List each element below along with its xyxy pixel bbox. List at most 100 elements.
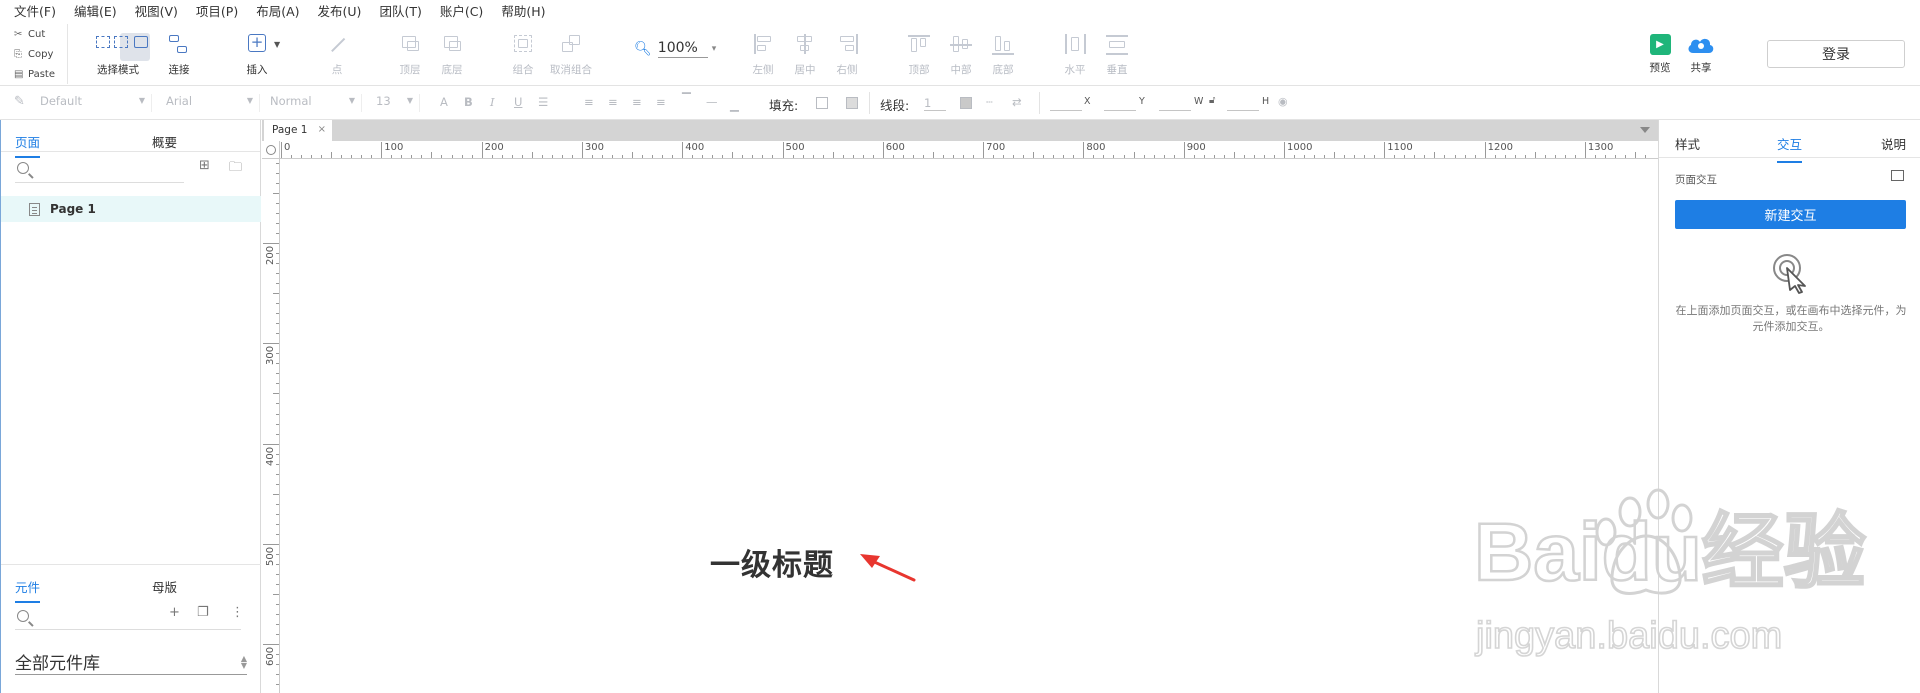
insert-button[interactable]: + ▼ 插入 (242, 32, 280, 77)
align-center-button[interactable]: 居中 (790, 32, 820, 77)
tab-outline[interactable]: 概要 (152, 132, 177, 151)
font-weight-select[interactable]: Normal ▼ (270, 94, 362, 112)
heading-widget[interactable]: 一级标题 (710, 540, 834, 584)
bring-to-front-button[interactable]: 顶层 (395, 32, 425, 77)
zoom-control[interactable]: 🔍︎ 100% ▾ (634, 40, 716, 58)
widgets-search-input[interactable] (15, 629, 241, 630)
width-field[interactable] (1159, 96, 1191, 111)
menu-help[interactable]: 帮助(H) (501, 1, 545, 20)
shadow-swatch[interactable] (846, 97, 858, 109)
y-field[interactable] (1104, 96, 1136, 111)
text-justify-icon[interactable]: ≡ (656, 95, 666, 109)
distribute-horizontal-button[interactable]: 水平 (1060, 32, 1090, 77)
font-color-icon[interactable]: A (440, 95, 448, 109)
more-icon[interactable]: ⋮ (231, 605, 244, 620)
ruler-tick (276, 253, 279, 255)
align-right-button[interactable]: 右侧 (832, 32, 862, 77)
font-select[interactable]: Arial ▼ (166, 94, 260, 112)
text-align-right-icon[interactable]: ≡ (632, 95, 642, 109)
connect-button[interactable]: 连接 (164, 32, 194, 77)
visibility-icon[interactable]: ◉ (1278, 95, 1288, 108)
ruler-tick (276, 483, 279, 485)
design-canvas[interactable] (281, 160, 1658, 693)
menu-account[interactable]: 账户(C) (440, 1, 483, 20)
ruler-tick (1574, 155, 1576, 158)
expand-icon[interactable] (1891, 170, 1904, 181)
underline-icon[interactable]: U (514, 95, 522, 109)
distribute-vertical-button[interactable]: 垂直 (1102, 32, 1132, 77)
menu-layout[interactable]: 布局(A) (256, 1, 299, 20)
tab-notes[interactable]: 说明 (1881, 134, 1906, 153)
line-style-icon[interactable]: ┄ (986, 95, 993, 109)
menu-view[interactable]: 视图(V) (135, 1, 178, 20)
lock-icon[interactable]: 🔓︎ (1209, 95, 1215, 106)
arrow-style-icon[interactable]: ⇄ (1012, 95, 1022, 109)
tab-widgets[interactable]: 元件 (15, 577, 41, 603)
text-align-center-icon[interactable]: ≡ (608, 95, 618, 109)
fill-color-swatch[interactable] (816, 97, 828, 109)
ruler-tick (912, 155, 914, 158)
align-bottom-button[interactable]: 底部 (988, 32, 1018, 77)
send-to-back-button[interactable]: 底层 (437, 32, 467, 77)
align-middle-button[interactable]: 中部 (946, 32, 976, 77)
tab-masters[interactable]: 母版 (152, 577, 177, 596)
align-left-button[interactable]: 左侧 (748, 32, 778, 77)
x-field[interactable] (1050, 96, 1082, 111)
library-options-icon[interactable]: ❐ (197, 605, 209, 620)
horizontal-ruler[interactable]: 0 100 200 300 400 500 600 700 800 900 1000 1100 1200… (280, 141, 1658, 159)
line-width-field[interactable]: 1 (924, 96, 946, 111)
library-select[interactable]: 全部元件库 ▲ ▼ (15, 649, 247, 675)
text-align-left-icon[interactable]: ≡ (584, 95, 594, 109)
group-button[interactable]: 组合 (508, 32, 538, 77)
line-color-swatch[interactable] (960, 97, 972, 109)
search-icon[interactable] (17, 162, 29, 174)
login-button[interactable]: 登录 (1767, 40, 1905, 68)
distribute-vertical-label: 垂直 (1106, 64, 1128, 76)
valign-bottom-icon[interactable]: ▁ (730, 98, 739, 112)
ruler-origin-icon[interactable] (262, 141, 280, 159)
tab-interaction[interactable]: 交互 (1777, 134, 1803, 163)
tab-style[interactable]: 样式 (1675, 134, 1700, 153)
height-field[interactable] (1227, 96, 1259, 111)
new-interaction-button[interactable]: 新建交互 (1675, 200, 1906, 229)
align-top-button[interactable]: 顶部 (904, 32, 934, 77)
ungroup-button[interactable]: 取消组合 (549, 32, 593, 77)
add-folder-icon[interactable]: 🗀︎ (229, 158, 242, 180)
search-icon[interactable] (17, 610, 29, 622)
menu-publish[interactable]: 发布(U) (318, 1, 362, 20)
paste-button[interactable]: ▤ Paste (6, 64, 67, 84)
point-button[interactable]: 点 (322, 32, 352, 77)
ruler-tick (1494, 155, 1496, 158)
bold-icon[interactable]: B (464, 95, 473, 109)
menu-project[interactable]: 项目(P) (196, 1, 238, 20)
cut-button[interactable]: ✂ Cut (6, 24, 67, 44)
valign-middle-icon[interactable]: — (706, 95, 718, 109)
vertical-ruler[interactable]: 200 300 400 500 600 (262, 159, 280, 693)
ruler-tick (1614, 155, 1616, 158)
valign-top-icon[interactable]: ▔ (682, 92, 691, 106)
bullet-list-icon[interactable]: ☰ (538, 95, 548, 109)
add-page-icon[interactable]: ⊞ (199, 158, 210, 173)
select-mode-button[interactable]: 选择模式 (96, 32, 148, 77)
italic-icon[interactable]: I (490, 95, 495, 109)
menu-edit[interactable]: 编辑(E) (74, 1, 117, 20)
preview-button[interactable]: ▶ 预览 (1648, 34, 1672, 75)
ruler-tick (852, 155, 854, 158)
style-select[interactable]: Default ▼ (40, 94, 152, 112)
ruler-tick (531, 152, 533, 158)
document-tab-page1[interactable]: Page 1 × (264, 120, 332, 141)
menu-file[interactable]: 文件(F) (14, 1, 56, 20)
copy-button[interactable]: ⎘ Copy (6, 44, 67, 64)
font-size-select[interactable]: 13 ▼ (376, 94, 420, 112)
close-icon[interactable]: × (318, 124, 326, 135)
ruler-tick (1153, 155, 1155, 158)
add-library-icon[interactable]: + (169, 605, 180, 620)
menu-team[interactable]: 团队(T) (379, 1, 421, 20)
share-button[interactable]: 共享 (1686, 34, 1716, 75)
page-list-item[interactable]: Page 1 (1, 196, 261, 222)
distribute-horizontal-label: 水平 (1064, 64, 1086, 76)
style-edit-icon[interactable]: ✎ (14, 94, 25, 109)
tab-list-icon[interactable] (1640, 127, 1650, 133)
pages-search-input[interactable] (15, 182, 184, 183)
tab-pages[interactable]: 页面 (15, 132, 41, 158)
